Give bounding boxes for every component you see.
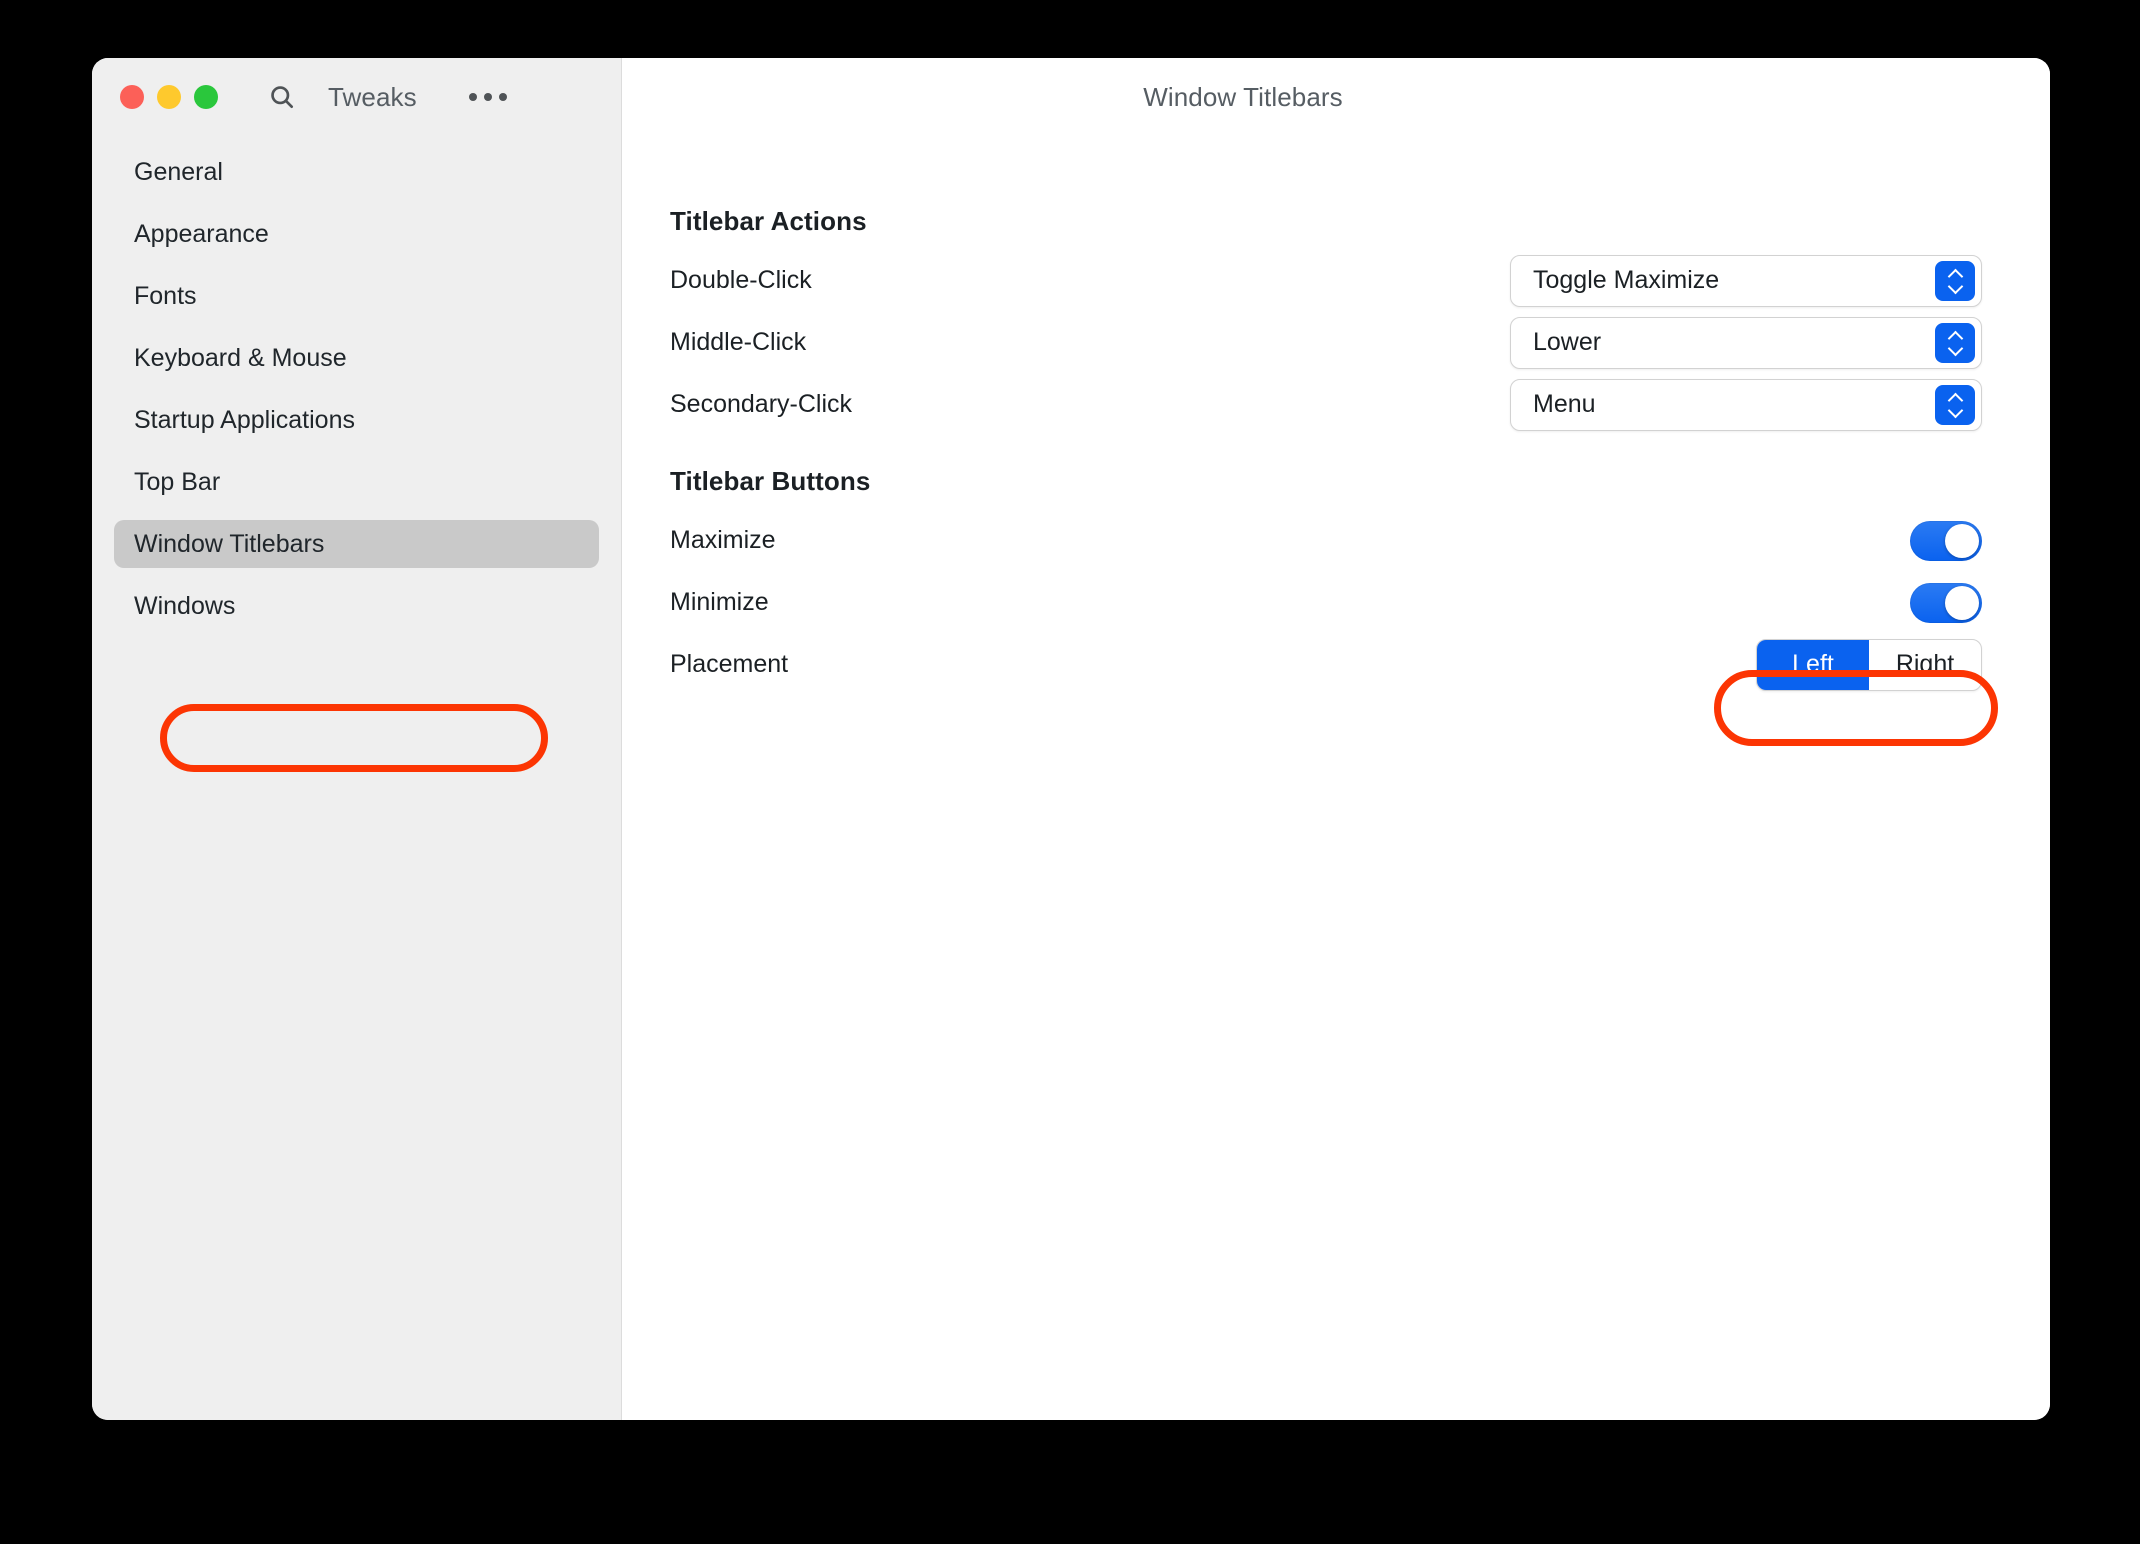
sidebar-item-keyboard-mouse[interactable]: Keyboard & Mouse — [114, 334, 599, 382]
sidebar-item-windows[interactable]: Windows — [114, 582, 599, 630]
sidebar-item-label: Windows — [134, 592, 235, 621]
ellipsis-icon-dot — [484, 93, 492, 101]
sidebar-item-label: Window Titlebars — [134, 530, 324, 559]
page-title: Window Titlebars — [1143, 82, 1343, 113]
setting-label: Secondary-Click — [670, 390, 852, 419]
setting-row-placement: Placement Left Right — [670, 637, 1982, 692]
setting-label: Minimize — [670, 588, 769, 617]
placement-option-right[interactable]: Right — [1869, 640, 1981, 690]
sidebar-item-label: Fonts — [134, 282, 197, 311]
chevron-updown-icon[interactable] — [1935, 323, 1975, 363]
toggle-knob — [1945, 524, 1979, 558]
traffic-lights — [120, 85, 218, 109]
sidebar-item-top-bar[interactable]: Top Bar — [114, 458, 599, 506]
close-button[interactable] — [120, 85, 144, 109]
content-titlebar: Window Titlebars — [622, 58, 2050, 136]
group-heading-titlebar-actions: Titlebar Actions — [670, 206, 1982, 237]
chevron-updown-icon[interactable] — [1935, 261, 1975, 301]
sidebar-item-general[interactable]: General — [114, 148, 599, 196]
more-options-button[interactable] — [467, 80, 509, 114]
sidebar-item-label: General — [134, 158, 223, 187]
select-value: Menu — [1533, 390, 1596, 419]
sidebar: Tweaks General Appearance Fonts Keyboard… — [92, 58, 622, 1420]
sidebar-item-window-titlebars[interactable]: Window Titlebars — [114, 520, 599, 568]
placement-segmented-control: Left Right — [1756, 639, 1982, 691]
setting-row-minimize: Minimize — [670, 575, 1982, 630]
setting-label: Placement — [670, 650, 788, 679]
setting-row-middle-click: Middle-Click Lower — [670, 315, 1982, 370]
minimize-button[interactable] — [157, 85, 181, 109]
content-pane: Window Titlebars Titlebar Actions Double… — [622, 58, 2050, 1420]
tweaks-window: Tweaks General Appearance Fonts Keyboard… — [92, 58, 2050, 1420]
search-button[interactable] — [265, 80, 299, 114]
chevron-updown-icon[interactable] — [1935, 385, 1975, 425]
maximize-toggle[interactable] — [1910, 521, 1982, 561]
app-name: Tweaks — [328, 82, 417, 113]
middle-click-action-select[interactable]: Lower — [1510, 317, 1982, 369]
placement-option-left[interactable]: Left — [1757, 640, 1869, 690]
group-heading-titlebar-buttons: Titlebar Buttons — [670, 466, 1982, 497]
sidebar-item-label: Appearance — [134, 220, 269, 249]
sidebar-item-appearance[interactable]: Appearance — [114, 210, 599, 258]
settings-panel: Titlebar Actions Double-Click Toggle Max… — [622, 136, 2050, 692]
setting-row-maximize: Maximize — [670, 513, 1982, 568]
search-icon — [268, 83, 296, 111]
sidebar-item-label: Startup Applications — [134, 406, 355, 435]
select-value: Toggle Maximize — [1533, 266, 1719, 295]
sidebar-item-label: Keyboard & Mouse — [134, 344, 347, 373]
toggle-knob — [1945, 586, 1979, 620]
window-titlebar-left: Tweaks — [92, 58, 621, 136]
setting-row-double-click: Double-Click Toggle Maximize — [670, 253, 1982, 308]
minimize-toggle[interactable] — [1910, 583, 1982, 623]
maximize-button[interactable] — [194, 85, 218, 109]
double-click-action-select[interactable]: Toggle Maximize — [1510, 255, 1982, 307]
setting-row-secondary-click: Secondary-Click Menu — [670, 377, 1982, 432]
ellipsis-icon-dot — [469, 93, 477, 101]
secondary-click-action-select[interactable]: Menu — [1510, 379, 1982, 431]
select-value: Lower — [1533, 328, 1601, 357]
setting-label: Middle-Click — [670, 328, 806, 357]
setting-label: Double-Click — [670, 266, 812, 295]
sidebar-nav: General Appearance Fonts Keyboard & Mous… — [92, 148, 621, 630]
sidebar-item-fonts[interactable]: Fonts — [114, 272, 599, 320]
sidebar-item-label: Top Bar — [134, 468, 220, 497]
setting-label: Maximize — [670, 526, 776, 555]
ellipsis-icon-dot — [499, 93, 507, 101]
sidebar-item-startup-applications[interactable]: Startup Applications — [114, 396, 599, 444]
